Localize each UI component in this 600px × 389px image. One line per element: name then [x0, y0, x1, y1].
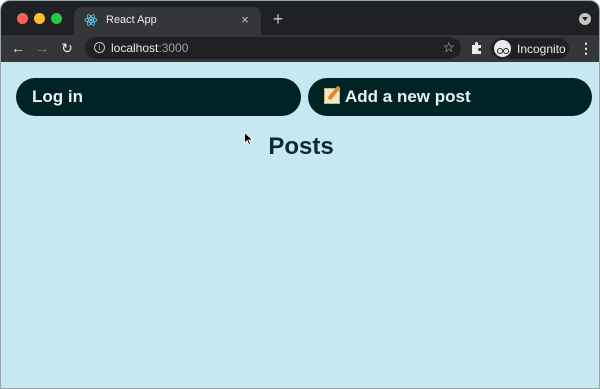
posts-heading: Posts [268, 133, 334, 160]
mouse-cursor-icon [244, 132, 254, 146]
tab-react-app[interactable]: React App × [74, 7, 261, 35]
url-port: :3000 [158, 41, 189, 55]
page-content: Log in Add a new post Posts [1, 62, 599, 388]
url-text: localhost:3000 [111, 41, 188, 55]
minimize-window-button[interactable] [34, 13, 45, 24]
reload-icon[interactable]: ↻ [58, 39, 76, 57]
memo-icon [324, 88, 340, 104]
tab-close-icon[interactable]: × [237, 12, 253, 28]
add-post-label: Add a new post [345, 87, 471, 106]
login-button[interactable]: Log in [16, 78, 301, 116]
back-arrow-icon[interactable]: ← [9, 39, 27, 57]
address-bar[interactable]: i localhost:3000 ☆ [85, 37, 461, 59]
react-logo-icon [84, 14, 98, 26]
tab-search-icon[interactable] [579, 13, 591, 25]
bookmark-star-icon[interactable]: ☆ [442, 39, 455, 56]
forward-arrow-icon[interactable]: → [33, 39, 51, 57]
site-info-icon[interactable]: i [94, 42, 105, 53]
tab-title: React App [106, 14, 157, 26]
maximize-window-button[interactable] [51, 13, 62, 24]
close-window-button[interactable] [17, 13, 28, 24]
incognito-icon [494, 40, 511, 57]
title-bar: React App × + [1, 1, 599, 35]
login-label: Log in [32, 87, 83, 106]
extensions-puzzle-icon[interactable] [469, 40, 485, 56]
browser-menu-icon[interactable]: ⋮ [579, 39, 593, 57]
incognito-label: Incognito [517, 42, 566, 56]
incognito-profile-button[interactable]: Incognito [491, 38, 569, 59]
browser-window: React App × + ← → ↻ i localhost:3000 ☆ I… [0, 0, 600, 389]
new-tab-button[interactable]: + [269, 10, 287, 28]
add-post-button[interactable]: Add a new post [308, 78, 592, 116]
url-host: localhost [111, 41, 159, 55]
browser-toolbar: ← → ↻ i localhost:3000 ☆ Incognito ⋮ [1, 35, 599, 62]
